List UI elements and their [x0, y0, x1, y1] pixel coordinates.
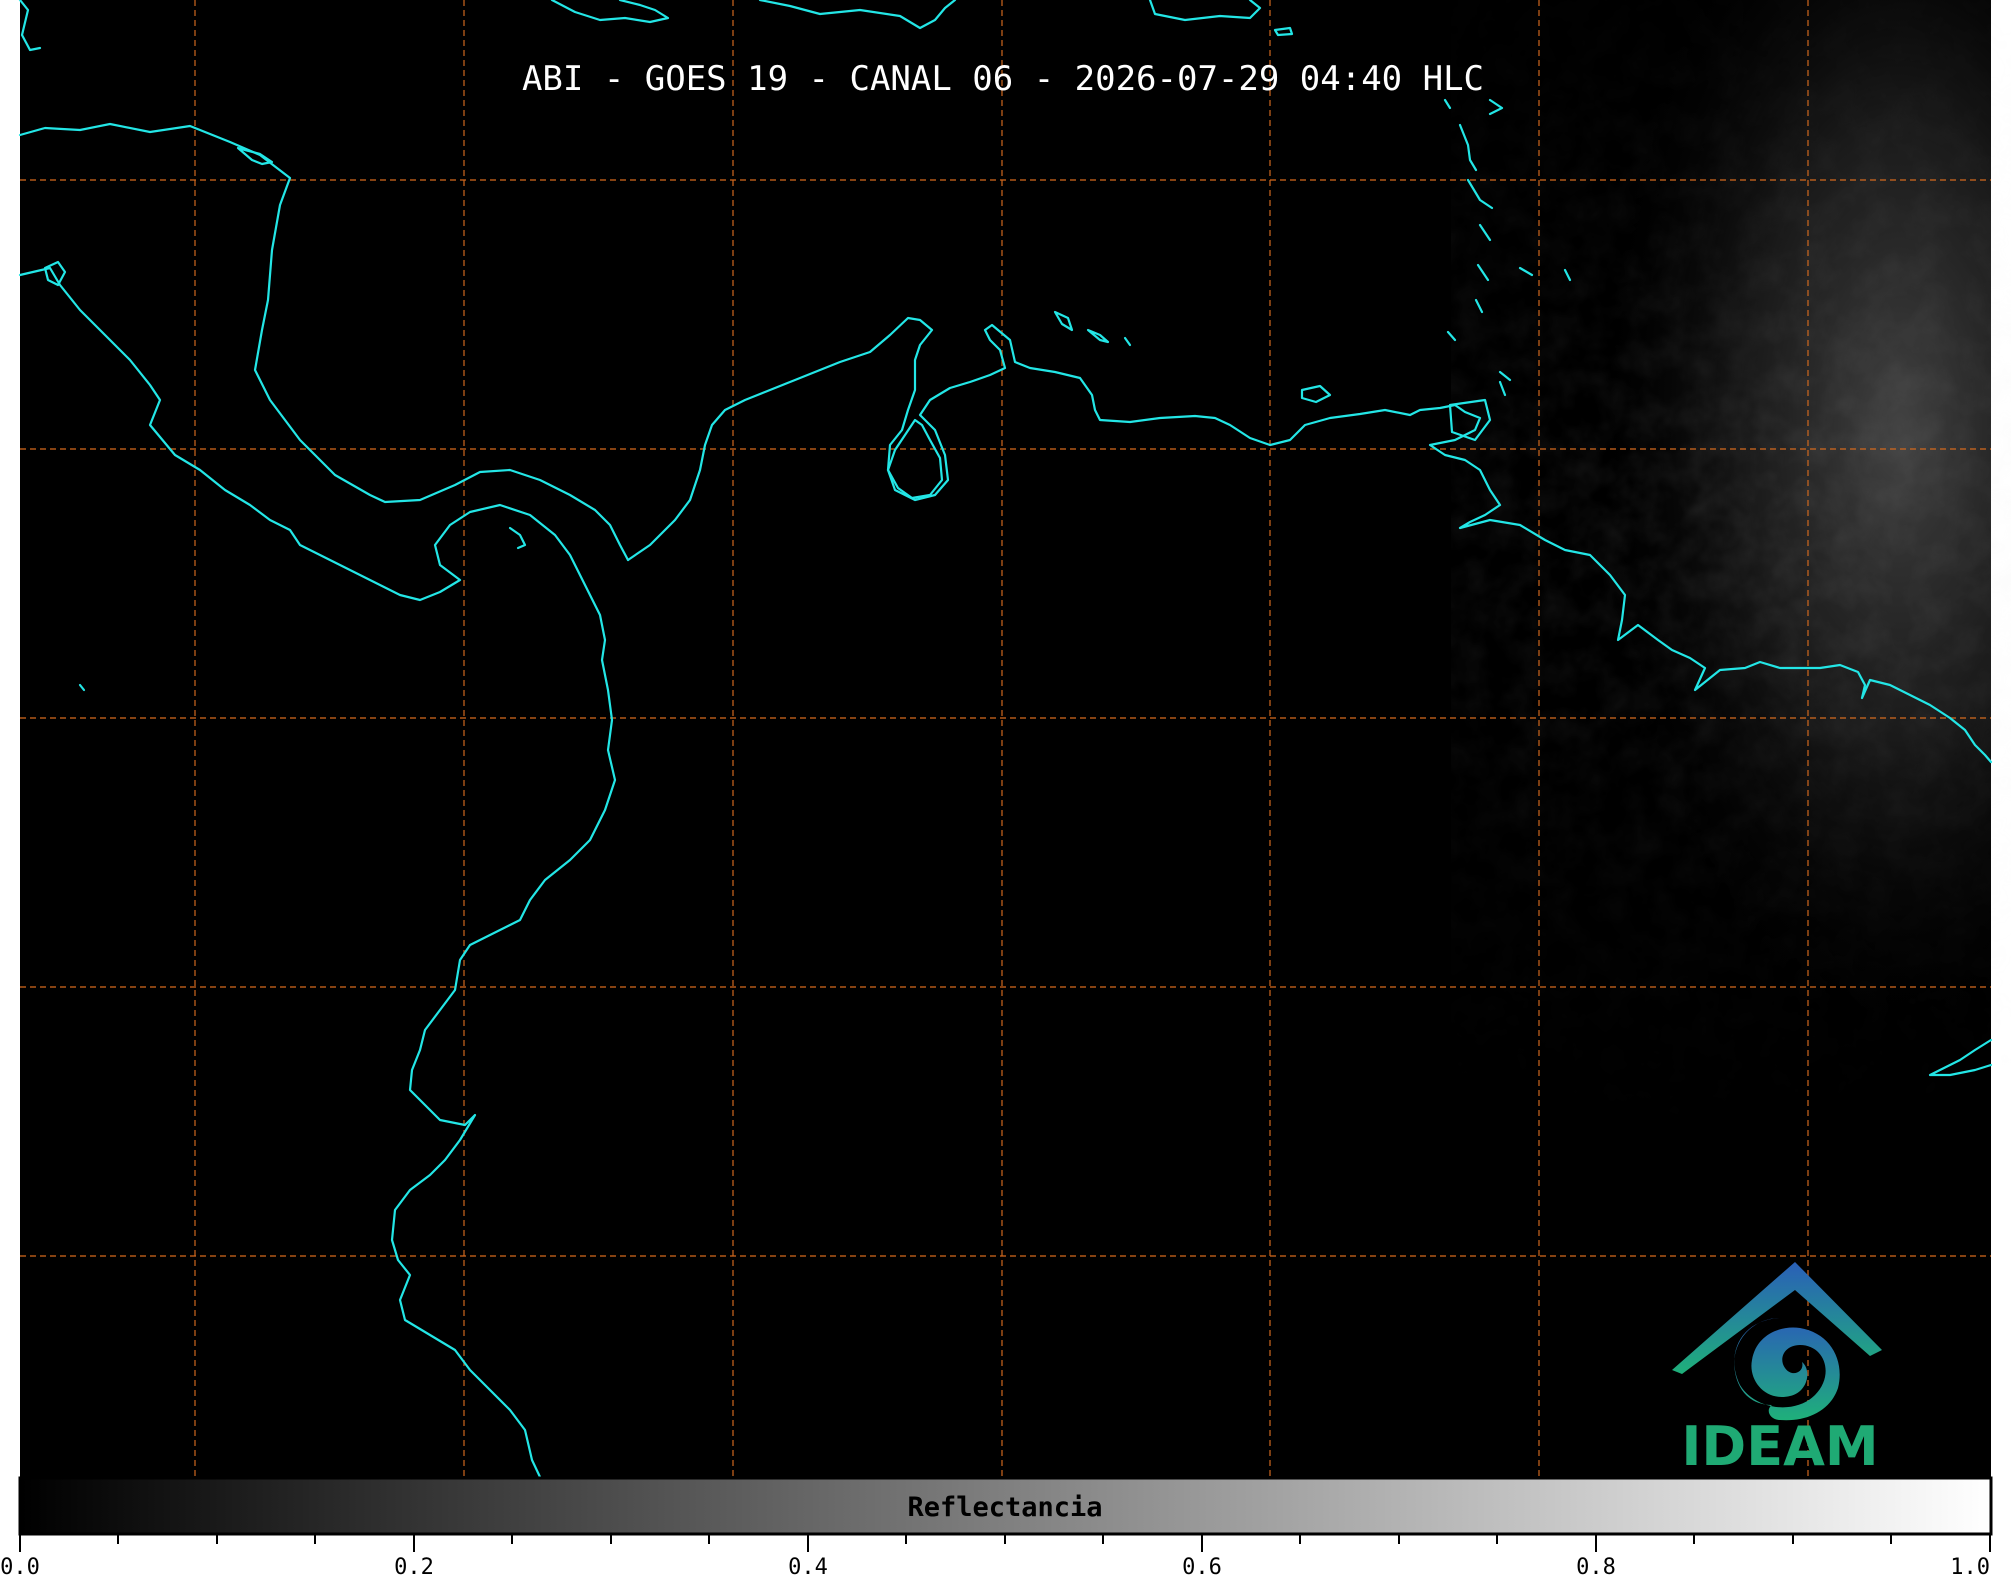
colorbar-tick-label: 0.4	[788, 1555, 828, 1577]
map-title: ABI - GOES 19 - CANAL 06 - 2026-07-29 04…	[522, 59, 1484, 99]
colorbar: Reflectancia 0.0 0.2 0.4 0.6 0.8 1.0	[0, 1476, 1993, 1577]
colorbar-ticks	[19, 1534, 1991, 1552]
colorbar-tick-label: 0.8	[1576, 1555, 1616, 1577]
logo-text: IDEAM	[1681, 1415, 1878, 1478]
colorbar-label: Reflectancia	[907, 1492, 1102, 1523]
satellite-map: ABI - GOES 19 - CANAL 06 - 2026-07-29 04…	[0, 0, 1993, 1577]
colorbar-tick-label: 0.2	[394, 1555, 434, 1577]
colorbar-tick-label: 0.0	[0, 1555, 40, 1577]
colorbar-tick-label: 1.0	[1950, 1555, 1990, 1577]
colorbar-tick-label: 0.6	[1182, 1555, 1222, 1577]
